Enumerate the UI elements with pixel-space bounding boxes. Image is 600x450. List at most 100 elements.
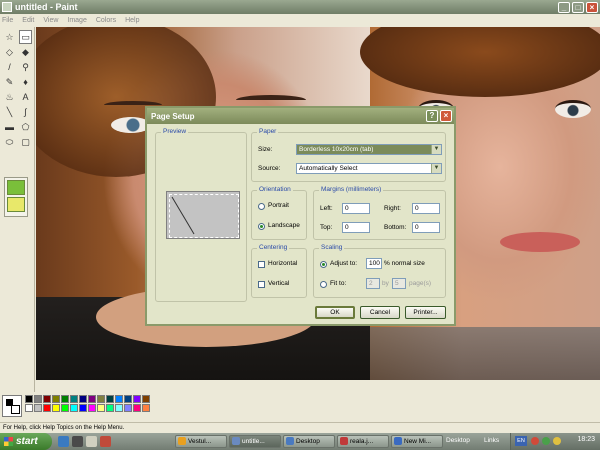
- color-swatch[interactable]: [52, 395, 60, 403]
- pencil-icon[interactable]: ✎: [3, 75, 16, 89]
- photo-eye: [555, 100, 591, 118]
- eraser-icon[interactable]: ◇: [3, 45, 16, 59]
- quicklaunch-desktop-icon[interactable]: [86, 436, 97, 447]
- desktop-toolbar-label[interactable]: Desktop: [446, 437, 470, 444]
- color-swatch[interactable]: [133, 395, 141, 403]
- select-icon[interactable]: ▭: [19, 30, 32, 44]
- color-swatch[interactable]: [34, 404, 42, 412]
- margin-right-input[interactable]: 0: [412, 203, 440, 214]
- color-swatch[interactable]: [34, 395, 42, 403]
- tool-options[interactable]: [4, 177, 28, 217]
- magnifier-icon[interactable]: ⚲: [19, 60, 32, 74]
- free-form-select-icon[interactable]: ☆: [3, 30, 16, 44]
- fit-tall-input[interactable]: 5: [392, 278, 406, 289]
- menu-help[interactable]: Help: [125, 17, 139, 24]
- color-swatch[interactable]: [52, 404, 60, 412]
- menu-edit[interactable]: Edit: [22, 17, 34, 24]
- taskbar-item[interactable]: Desktop: [283, 435, 335, 448]
- minimize-button[interactable]: _: [558, 1, 570, 13]
- paper-label: Paper: [257, 128, 279, 135]
- language-indicator[interactable]: EN: [515, 436, 527, 446]
- start-button[interactable]: start: [0, 433, 52, 450]
- color-swatch[interactable]: [106, 395, 114, 403]
- color-swatch[interactable]: [142, 404, 150, 412]
- menu-image[interactable]: Image: [67, 17, 86, 24]
- tool-option-2[interactable]: [7, 197, 25, 212]
- dialog-close-button[interactable]: ×: [440, 110, 452, 122]
- color-swatch[interactable]: [106, 404, 114, 412]
- quicklaunch-app-icon[interactable]: [72, 436, 83, 447]
- taskbar-item[interactable]: New Mi...: [391, 435, 443, 448]
- portrait-radio[interactable]: [258, 203, 265, 210]
- close-button[interactable]: ×: [586, 1, 598, 13]
- color-swatch[interactable]: [61, 404, 69, 412]
- help-button[interactable]: ?: [426, 110, 438, 122]
- horizontal-checkbox[interactable]: [258, 261, 265, 268]
- color-swatch[interactable]: [25, 395, 33, 403]
- photo-collar: [370, 327, 600, 380]
- line-icon[interactable]: ╲: [3, 105, 16, 119]
- color-swatch[interactable]: [115, 404, 123, 412]
- color-swatch[interactable]: [124, 404, 132, 412]
- brush-icon[interactable]: ♦: [19, 75, 32, 89]
- color-swatch[interactable]: [88, 404, 96, 412]
- menu-file[interactable]: File: [2, 17, 13, 24]
- margin-top-input[interactable]: 0: [342, 222, 370, 233]
- pick-color-icon[interactable]: /: [3, 60, 16, 74]
- color-swatch[interactable]: [124, 395, 132, 403]
- quicklaunch-ie-icon[interactable]: [58, 436, 69, 447]
- color-swatch[interactable]: [79, 404, 87, 412]
- tool-option-1[interactable]: [7, 180, 25, 195]
- tray-antivirus-icon[interactable]: [531, 437, 539, 445]
- color-swatch[interactable]: [25, 404, 33, 412]
- fit-wide-input[interactable]: 2: [366, 278, 380, 289]
- maximize-button[interactable]: □: [572, 1, 584, 13]
- rectangle-icon[interactable]: ▬: [3, 120, 16, 134]
- links-toolbar-label[interactable]: Links: [484, 437, 499, 444]
- source-select[interactable]: Automatically Select ▼: [296, 163, 442, 174]
- text-icon[interactable]: A: [19, 90, 32, 104]
- color-swatch[interactable]: [70, 404, 78, 412]
- quicklaunch-media-icon[interactable]: [100, 436, 111, 447]
- printer-button[interactable]: Printer...: [405, 306, 446, 319]
- cancel-button[interactable]: Cancel: [360, 306, 400, 319]
- margin-bottom-input[interactable]: 0: [412, 222, 440, 233]
- fill-icon[interactable]: ◆: [19, 45, 32, 59]
- current-colors[interactable]: [2, 395, 22, 417]
- color-swatch[interactable]: [43, 404, 51, 412]
- size-select[interactable]: Borderless 10x20cm (tab) ▼: [296, 144, 442, 155]
- ok-button[interactable]: OK: [315, 306, 355, 319]
- taskbar-item[interactable]: Vestul...: [175, 435, 227, 448]
- vertical-checkbox[interactable]: [258, 281, 265, 288]
- menu-colors[interactable]: Colors: [96, 17, 116, 24]
- color-swatch[interactable]: [61, 395, 69, 403]
- tray-network-icon[interactable]: [542, 437, 550, 445]
- ellipse-icon[interactable]: ⬭: [3, 135, 16, 149]
- curve-icon[interactable]: ∫: [19, 105, 32, 119]
- taskbar-item-label: reala.j...: [350, 438, 374, 445]
- taskbar-item[interactable]: untitle...: [229, 435, 281, 448]
- tray-volume-icon[interactable]: [553, 437, 561, 445]
- taskbar-item[interactable]: reala.j...: [337, 435, 389, 448]
- size-label: Size:: [258, 146, 273, 153]
- fit-to-radio[interactable]: [320, 281, 327, 288]
- adjust-to-radio[interactable]: [320, 261, 327, 268]
- color-swatch[interactable]: [142, 395, 150, 403]
- margin-left-input[interactable]: 0: [342, 203, 370, 214]
- airbrush-icon[interactable]: ♨: [3, 90, 16, 104]
- adjust-to-input[interactable]: 100: [366, 258, 382, 269]
- color-swatch[interactable]: [88, 395, 96, 403]
- color-swatch[interactable]: [133, 404, 141, 412]
- fit-to-label: Fit to:: [330, 280, 347, 287]
- color-swatch[interactable]: [97, 395, 105, 403]
- landscape-radio[interactable]: [258, 223, 265, 230]
- rounded-rect-icon[interactable]: ▢: [19, 135, 32, 149]
- polygon-icon[interactable]: ⬠: [19, 120, 32, 134]
- color-swatch[interactable]: [97, 404, 105, 412]
- color-swatch[interactable]: [70, 395, 78, 403]
- preview-group: Preview: [155, 128, 247, 302]
- color-swatch[interactable]: [43, 395, 51, 403]
- color-swatch[interactable]: [115, 395, 123, 403]
- color-swatch[interactable]: [79, 395, 87, 403]
- menu-view[interactable]: View: [43, 17, 58, 24]
